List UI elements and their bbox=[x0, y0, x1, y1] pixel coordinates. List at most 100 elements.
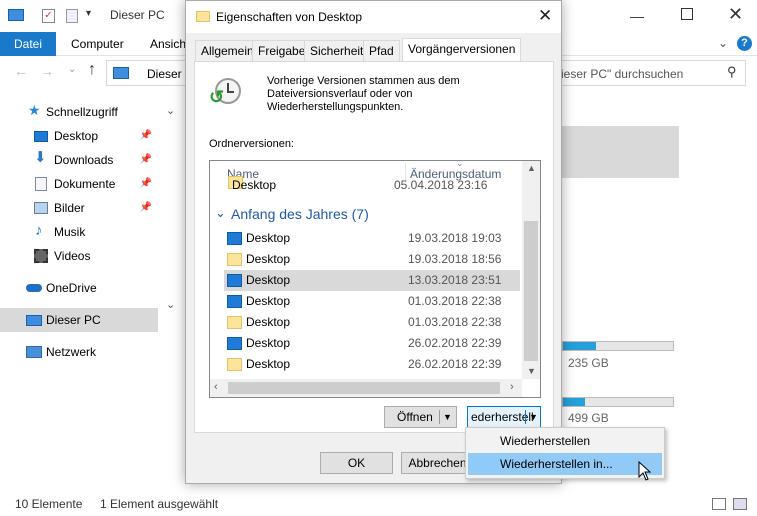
dropdown-arrow-icon[interactable]: ▼ bbox=[529, 407, 538, 427]
network-icon bbox=[26, 346, 42, 358]
help-icon[interactable]: ? bbox=[737, 36, 752, 51]
music-icon: ♪ bbox=[35, 222, 43, 239]
tab-computer[interactable]: Computer bbox=[61, 32, 134, 56]
properties-dialog: Eigenschaften von Desktop ✕ Allgemein Fr… bbox=[185, 0, 562, 484]
desktop-icon bbox=[227, 274, 242, 287]
versions-panel: ↺ Vorherige Versionen stammen aus dem Da… bbox=[194, 61, 554, 433]
address-field[interactable]: Dieser bbox=[106, 60, 186, 86]
list-item[interactable]: Desktop 19.03.2018 19:03 bbox=[224, 228, 520, 249]
drive-d-free: 499 GB bbox=[568, 411, 609, 425]
list-item[interactable]: Desktop 13.03.2018 23:51 bbox=[224, 270, 520, 291]
pin-icon[interactable]: 📌 bbox=[140, 172, 152, 196]
open-button-label: Öffnen bbox=[397, 410, 433, 424]
properties-icon[interactable]: ✓ bbox=[42, 9, 55, 23]
menu-item-restore-to[interactable]: Wiederherstellen in... bbox=[468, 453, 662, 475]
new-folder-icon[interactable] bbox=[66, 9, 78, 23]
tab-freigabe[interactable]: Freigabe bbox=[252, 40, 312, 61]
forward-icon[interactable]: → bbox=[40, 63, 54, 79]
drive-c-bar-fill bbox=[563, 342, 596, 350]
list-item[interactable]: Desktop 26.02.2018 22:39 bbox=[224, 354, 520, 375]
tab-vorgaengerversionen[interactable]: Vorgängerversionen bbox=[402, 38, 522, 62]
pin-icon[interactable]: 📌 bbox=[140, 196, 152, 220]
document-icon bbox=[35, 177, 47, 191]
search-input[interactable]: ieser PC" durchsuchen ⚲ bbox=[550, 60, 746, 86]
desktop-icon bbox=[227, 232, 242, 245]
item-date: 01.03.2018 22:38 bbox=[408, 315, 502, 329]
menu-item-restore[interactable]: Wiederherstellen bbox=[468, 430, 662, 452]
list-item[interactable]: Desktop 01.03.2018 22:38 bbox=[224, 312, 520, 333]
sidebar-item-bilder[interactable]: Bilder 📌 bbox=[0, 196, 158, 220]
tab-allgemein[interactable]: Allgemein bbox=[195, 40, 260, 61]
item-name: Desktop bbox=[232, 178, 277, 192]
folder-icon bbox=[227, 316, 242, 329]
scroll-up-icon[interactable]: ▲ bbox=[527, 163, 536, 173]
sidebar-item-videos[interactable]: Videos bbox=[0, 244, 158, 268]
tiles-view-icon[interactable] bbox=[733, 498, 747, 510]
scroll-left-icon[interactable]: ‹ bbox=[214, 381, 218, 393]
list-item[interactable]: Desktop 19.03.2018 18:56 bbox=[224, 249, 520, 270]
scroll-thumb[interactable] bbox=[524, 221, 538, 361]
desktop-icon bbox=[227, 295, 242, 308]
sidebar-item-musik[interactable]: ♪ Musik bbox=[0, 220, 158, 244]
horizontal-scrollbar[interactable]: ‹ › bbox=[210, 379, 522, 397]
quick-access-dropdown-icon[interactable]: ▾ bbox=[86, 8, 91, 19]
chevron-down-icon[interactable]: ⌄ bbox=[166, 104, 175, 117]
scroll-down-icon[interactable]: ▼ bbox=[527, 366, 536, 376]
selected-folder-tile[interactable] bbox=[562, 126, 679, 178]
star-icon: ★ bbox=[28, 102, 41, 118]
drive-c-free: 235 GB bbox=[568, 356, 609, 370]
list-item[interactable]: Desktop 01.03.2018 22:38 bbox=[224, 291, 520, 312]
pin-icon[interactable]: 📌 bbox=[140, 124, 152, 148]
details-view-icon[interactable] bbox=[712, 498, 726, 510]
ok-button[interactable]: OK bbox=[320, 452, 393, 474]
window-title: Dieser PC bbox=[110, 8, 165, 22]
back-icon[interactable]: ← bbox=[14, 63, 28, 79]
desktop-icon bbox=[34, 131, 48, 142]
tab-pfad[interactable]: Pfad bbox=[363, 40, 400, 61]
navigation-pane: ★ Schnellzugriff Desktop 📌 ⬇ Downloads 📌… bbox=[0, 96, 160, 490]
tab-sicherheit[interactable]: Sicherheit bbox=[304, 40, 370, 61]
maximize-icon[interactable] bbox=[681, 8, 693, 20]
ribbon-expand-icon[interactable]: ⌄ bbox=[718, 36, 728, 50]
sidebar-item-onedrive[interactable]: OneDrive bbox=[0, 276, 158, 300]
sidebar-item-netzwerk[interactable]: Netzwerk bbox=[0, 340, 158, 364]
scroll-right-icon[interactable]: › bbox=[510, 381, 514, 393]
close-icon[interactable]: ✕ bbox=[538, 6, 552, 26]
close-icon[interactable]: ✕ bbox=[728, 4, 743, 25]
dropdown-arrow-icon[interactable]: ▼ bbox=[443, 407, 452, 427]
cancel-button[interactable]: Abbrechen bbox=[401, 452, 474, 474]
download-icon: ⬇ bbox=[34, 149, 47, 166]
list-item[interactable]: Desktop 26.02.2018 22:39 bbox=[224, 333, 520, 354]
dialog-titlebar: Eigenschaften von Desktop ✕ bbox=[186, 1, 561, 33]
sidebar-item-desktop[interactable]: Desktop 📌 bbox=[0, 124, 158, 148]
sidebar-item-dokumente[interactable]: Dokumente 📌 bbox=[0, 172, 158, 196]
info-text-line2: Dateiversionsverlauf oder von bbox=[267, 88, 413, 100]
list-item[interactable]: Desktop 05.04.2018 23:16 bbox=[210, 176, 506, 194]
recent-dropdown-icon[interactable]: ⌄ bbox=[68, 64, 76, 75]
item-date: 01.03.2018 22:38 bbox=[408, 294, 502, 308]
computer-icon bbox=[26, 315, 42, 326]
minimize-icon[interactable]: — bbox=[630, 8, 644, 24]
pin-icon[interactable]: 📌 bbox=[140, 148, 152, 172]
tab-datei[interactable]: Datei bbox=[0, 32, 56, 56]
restore-split-button[interactable]: ederherstell ▼ bbox=[467, 406, 541, 428]
vertical-scrollbar[interactable]: ▲ ▼ bbox=[522, 161, 540, 379]
chevron-down-icon[interactable]: ⌄ bbox=[215, 205, 226, 221]
sidebar-item-schnellzugriff[interactable]: ★ Schnellzugriff bbox=[0, 100, 158, 124]
scroll-thumb[interactable] bbox=[228, 382, 500, 394]
open-split-button[interactable]: Öffnen ▼ bbox=[384, 406, 457, 428]
versions-list[interactable]: Name ⌄ Änderungsdatum Desktop 05.04.2018… bbox=[209, 160, 541, 398]
group-header[interactable]: ⌄ Anfang des Jahres (7) bbox=[210, 203, 506, 225]
sidebar-item-label: Desktop bbox=[54, 129, 99, 143]
chevron-down-icon[interactable]: ⌄ bbox=[166, 298, 175, 311]
up-icon[interactable]: ↑ bbox=[88, 61, 96, 79]
sidebar-item-dieser-pc[interactable]: Dieser PC bbox=[0, 308, 158, 332]
item-name: Desktop bbox=[246, 357, 291, 371]
item-name: Desktop bbox=[246, 315, 291, 329]
search-icon[interactable]: ⚲ bbox=[727, 64, 737, 80]
mouse-cursor-icon bbox=[638, 461, 652, 481]
item-date: 19.03.2018 19:03 bbox=[408, 231, 502, 245]
restore-dropdown-divider bbox=[525, 410, 526, 424]
pictures-icon bbox=[34, 202, 48, 214]
sidebar-item-downloads[interactable]: ⬇ Downloads 📌 bbox=[0, 148, 158, 172]
